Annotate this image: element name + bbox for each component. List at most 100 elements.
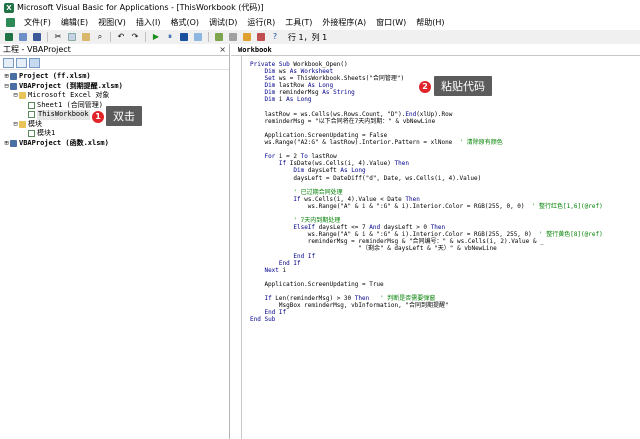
- cut-icon[interactable]: ✂: [52, 31, 64, 43]
- tree-node[interactable]: 模块1: [0, 129, 229, 139]
- project-explorer-title: 工程 - VBAProject: [3, 45, 71, 54]
- run-icon[interactable]: ▶: [150, 31, 162, 43]
- vba-icon: [10, 139, 17, 147]
- tree-node-label: 模块1: [37, 129, 56, 137]
- toggle-folders-icon[interactable]: [29, 57, 40, 68]
- view-excel-icon[interactable]: [3, 31, 15, 43]
- vba-icon: [10, 82, 17, 90]
- menu-run[interactable]: 运行(R): [242, 15, 280, 30]
- folder-icon: [19, 92, 26, 100]
- code-line[interactable]: If ws.Cells(i, 4).Value < Date Then: [250, 196, 603, 203]
- tree-node-label: VBAProject (函数.xlsm): [19, 138, 109, 147]
- expand-toggle-icon[interactable]: ⊞: [3, 139, 10, 149]
- standard-toolbar: ✂ ⌕ ↶ ↷ ▶ ⏸ ? 行 1，列 1: [0, 30, 640, 44]
- vba-editor-window: X Microsoft Visual Basic for Application…: [0, 0, 640, 439]
- paste-icon[interactable]: [80, 31, 92, 43]
- tree-node[interactable]: ⊟ VBAProject (到期提醒.xlsm): [0, 82, 229, 92]
- code-line[interactable]: ' 7天内到期处理: [250, 217, 603, 224]
- code-line[interactable]: ' 已过期合同处理: [250, 189, 603, 196]
- reset-icon[interactable]: [178, 31, 190, 43]
- code-line[interactable]: [250, 182, 603, 189]
- code-text[interactable]: Private Sub Workbook_Open() Dim ws As Wo…: [250, 61, 603, 323]
- code-line[interactable]: Dim daysLeft As Long: [250, 167, 603, 174]
- tree-node-label: Microsoft Excel 对象: [28, 91, 110, 99]
- code-line[interactable]: Dim i As Long: [250, 96, 603, 103]
- code-line[interactable]: For i = 2 To lastRow: [250, 153, 603, 160]
- toolbar-separator: [208, 32, 209, 42]
- code-line[interactable]: [250, 146, 603, 153]
- design-mode-icon[interactable]: [192, 31, 204, 43]
- expand-toggle-icon[interactable]: ⊞: [3, 72, 10, 82]
- code-line[interactable]: End If: [250, 309, 603, 316]
- project-explorer-icon[interactable]: [213, 31, 225, 43]
- code-line[interactable]: Application.ScreenUpdating = False: [250, 132, 603, 139]
- code-line[interactable]: reminderMsg = "以下合同将在7天内到期：" & vbNewLine: [250, 118, 603, 125]
- code-line[interactable]: [250, 104, 603, 111]
- menu-help[interactable]: 帮助(H): [411, 15, 449, 30]
- code-line[interactable]: If IsDate(ws.Cells(i, 4).Value) Then: [250, 160, 603, 167]
- code-line[interactable]: End Sub: [250, 316, 603, 323]
- step-1-callout: 双击: [106, 106, 142, 126]
- menu-addins[interactable]: 外接程序(A): [317, 15, 371, 30]
- tree-node-label: Project (ff.xlsm): [19, 72, 91, 80]
- view-code-icon[interactable]: [3, 57, 14, 68]
- code-window-title: Workbook: [231, 44, 640, 56]
- tree-node[interactable]: ⊞ Project (ff.xlsm): [0, 72, 229, 82]
- properties-icon[interactable]: [227, 31, 239, 43]
- insert-module-icon[interactable]: [17, 31, 29, 43]
- project-explorer-title-bar: 工程 - VBAProject ×: [0, 44, 229, 56]
- view-object-icon[interactable]: [16, 57, 27, 68]
- undo-icon[interactable]: ↶: [115, 31, 127, 43]
- code-window: Workbook Private Sub Workbook_Open() Dim…: [231, 44, 640, 439]
- code-editor-area[interactable]: Private Sub Workbook_Open() Dim ws As Wo…: [231, 56, 640, 439]
- code-line[interactable]: MsgBox reminderMsg, vbInformation, "合同到期…: [250, 302, 603, 309]
- menu-debug[interactable]: 调试(D): [204, 15, 242, 30]
- help-icon[interactable]: ?: [269, 31, 281, 43]
- code-line[interactable]: lastRow = ws.Cells(ws.Rows.Count, "D").E…: [250, 111, 603, 118]
- sheet-icon: [28, 130, 35, 138]
- menu-view[interactable]: 视图(V): [93, 15, 131, 30]
- tree-node[interactable]: ⊞ VBAProject (函数.xlsm): [0, 139, 229, 149]
- menu-format[interactable]: 格式(O): [165, 15, 204, 30]
- code-line[interactable]: "（剩余" & daysLeft & "天）" & vbNewLine: [250, 245, 603, 252]
- close-icon[interactable]: ×: [219, 45, 226, 54]
- excel-view-icon[interactable]: [3, 17, 17, 29]
- save-icon[interactable]: [31, 31, 43, 43]
- tree-node-label: ThisWorkbook: [37, 110, 90, 120]
- tree-node[interactable]: ⊟ Microsoft Excel 对象: [0, 91, 229, 101]
- sheet-icon: [28, 111, 35, 119]
- menu-file[interactable]: 文件(F): [19, 15, 56, 30]
- find-icon[interactable]: ⌕: [94, 31, 106, 43]
- code-line[interactable]: [250, 125, 603, 132]
- code-line[interactable]: daysLeft = DateDiff("d", Date, ws.Cells(…: [250, 175, 603, 182]
- code-gutter: [241, 56, 242, 439]
- window-title: Microsoft Visual Basic for Applications …: [17, 3, 264, 12]
- copy-icon[interactable]: [66, 31, 78, 43]
- code-line[interactable]: ws.Range("A2:G" & lastRow).Interior.Patt…: [250, 139, 603, 146]
- folder-icon: [19, 120, 26, 128]
- code-line[interactable]: ws.Range("A" & i & ":G" & i).Interior.Co…: [250, 203, 603, 210]
- expand-toggle-icon[interactable]: ⊟: [12, 91, 19, 101]
- code-line[interactable]: Application.ScreenUpdating = True: [250, 281, 603, 288]
- code-line[interactable]: End If: [250, 260, 603, 267]
- step-2-marker: 2: [419, 81, 431, 93]
- menu-window[interactable]: 窗口(W): [371, 15, 411, 30]
- menu-edit[interactable]: 编辑(E): [56, 15, 93, 30]
- code-line[interactable]: [250, 274, 603, 281]
- toolbar-separator: [47, 32, 48, 42]
- menu-tools[interactable]: 工具(T): [280, 15, 317, 30]
- toolbox-icon[interactable]: [255, 31, 267, 43]
- toolbar-separator: [110, 32, 111, 42]
- object-browser-icon[interactable]: [241, 31, 253, 43]
- expand-toggle-icon[interactable]: ⊟: [12, 120, 19, 130]
- code-line[interactable]: Private Sub Workbook_Open(): [250, 61, 603, 68]
- code-line[interactable]: End If: [250, 253, 603, 260]
- title-bar: X Microsoft Visual Basic for Application…: [0, 0, 640, 15]
- menu-insert[interactable]: 插入(I): [131, 15, 166, 30]
- code-line[interactable]: Next i: [250, 267, 603, 274]
- break-icon[interactable]: ⏸: [164, 31, 176, 43]
- code-line[interactable]: [250, 210, 603, 217]
- sheet-icon: [28, 101, 35, 109]
- expand-toggle-icon[interactable]: ⊟: [3, 82, 10, 92]
- redo-icon[interactable]: ↷: [129, 31, 141, 43]
